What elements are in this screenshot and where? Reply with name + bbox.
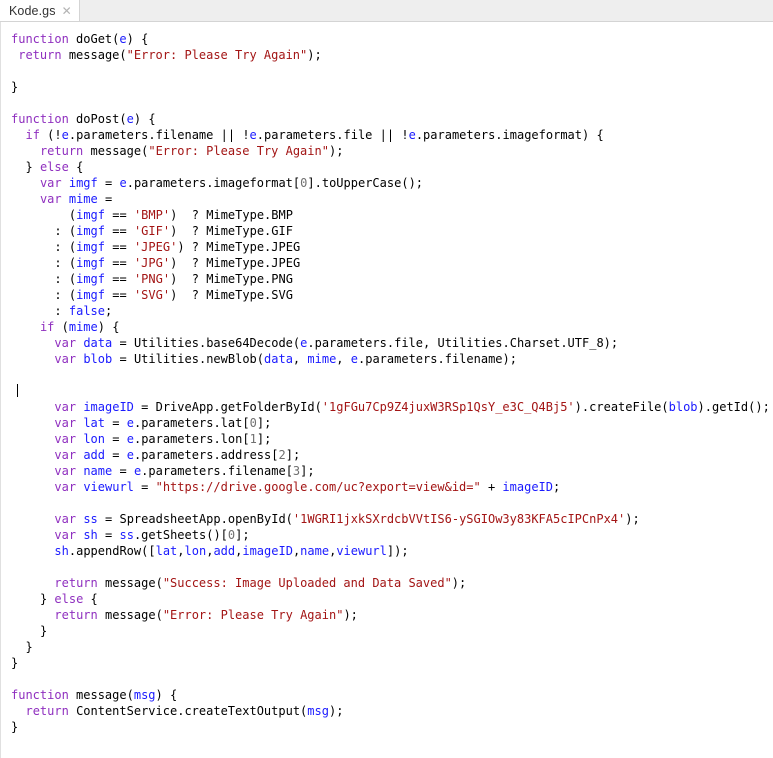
- code-line: function doPost(e) {: [11, 112, 156, 126]
- code-line: function message(msg) {: [11, 688, 178, 702]
- code-line: }: [11, 656, 19, 670]
- close-icon[interactable]: ✕: [62, 5, 72, 17]
- code-line: if (mime) {: [39, 320, 120, 334]
- tab-label: Kode.gs: [9, 3, 56, 18]
- code-editor[interactable]: function doGet(e) { return message("Erro…: [0, 22, 773, 758]
- code-line: : (imgf == 'PNG') ? MimeType.PNG: [54, 272, 293, 286]
- tab-bar-empty-space: [79, 0, 773, 21]
- code-line: return message("Success: Image Uploaded …: [54, 576, 467, 590]
- editor-tab-bar: Kode.gs ✕: [0, 0, 773, 22]
- code-line: var add = e.parameters.address[2];: [54, 448, 301, 462]
- code-line: sh.appendRow([lat,lon,add,imageID,name,v…: [54, 544, 409, 558]
- code-line: var mime =: [39, 192, 113, 206]
- code-line: } else {: [39, 592, 98, 606]
- code-line: [11, 383, 773, 399]
- code-line: }: [11, 80, 19, 94]
- tab-kode-gs[interactable]: Kode.gs ✕: [0, 0, 80, 21]
- code-line: var lon = e.parameters.lon[1];: [54, 432, 272, 446]
- code-line: return message("Error: Please Try Again"…: [39, 144, 344, 158]
- code-line: : false;: [54, 304, 113, 318]
- code-line: : (imgf == 'GIF') ? MimeType.GIF: [54, 224, 293, 238]
- code-line: : (imgf == 'JPEG') ? MimeType.JPEG: [54, 240, 301, 254]
- code-line: : (imgf == 'SVG') ? MimeType.SVG: [54, 288, 293, 302]
- code-line: var data = Utilities.base64Decode(e.para…: [54, 336, 619, 350]
- code-line: }: [39, 624, 48, 638]
- code-line: : (imgf == 'JPG') ? MimeType.JPEG: [54, 256, 301, 270]
- code-line: var name = e.parameters.filename[3];: [54, 464, 315, 478]
- code-line: var lat = e.parameters.lat[0];: [54, 416, 272, 430]
- code-line: var sh = ss.getSheets()[0];: [54, 528, 250, 542]
- code-line: if (!e.parameters.filename || !e.paramet…: [25, 128, 604, 142]
- code-line: return message("Error: Please Try Again"…: [54, 608, 358, 622]
- code-content[interactable]: function doGet(e) { return message("Erro…: [1, 22, 773, 735]
- code-line: return ContentService.createTextOutput(m…: [25, 704, 344, 718]
- code-line: } else {: [25, 160, 84, 174]
- text-caret: [17, 384, 19, 397]
- code-line: }: [11, 720, 19, 734]
- code-line: var blob = Utilities.newBlob(data, mime,…: [54, 352, 517, 366]
- code-line: }: [25, 640, 33, 654]
- code-line: function doGet(e) {: [11, 32, 149, 46]
- code-line: var viewurl = "https://drive.google.com/…: [54, 480, 561, 494]
- code-line: var imageID = DriveApp.getFolderById('1g…: [54, 400, 770, 414]
- code-line: var imgf = e.parameters.imageformat[0].t…: [39, 176, 424, 190]
- code-line: (imgf == 'BMP') ? MimeType.BMP: [68, 208, 293, 222]
- code-line: return message("Error: Please Try Again"…: [18, 48, 322, 62]
- code-line: var ss = SpreadsheetApp.openById('1WGRI1…: [54, 512, 640, 526]
